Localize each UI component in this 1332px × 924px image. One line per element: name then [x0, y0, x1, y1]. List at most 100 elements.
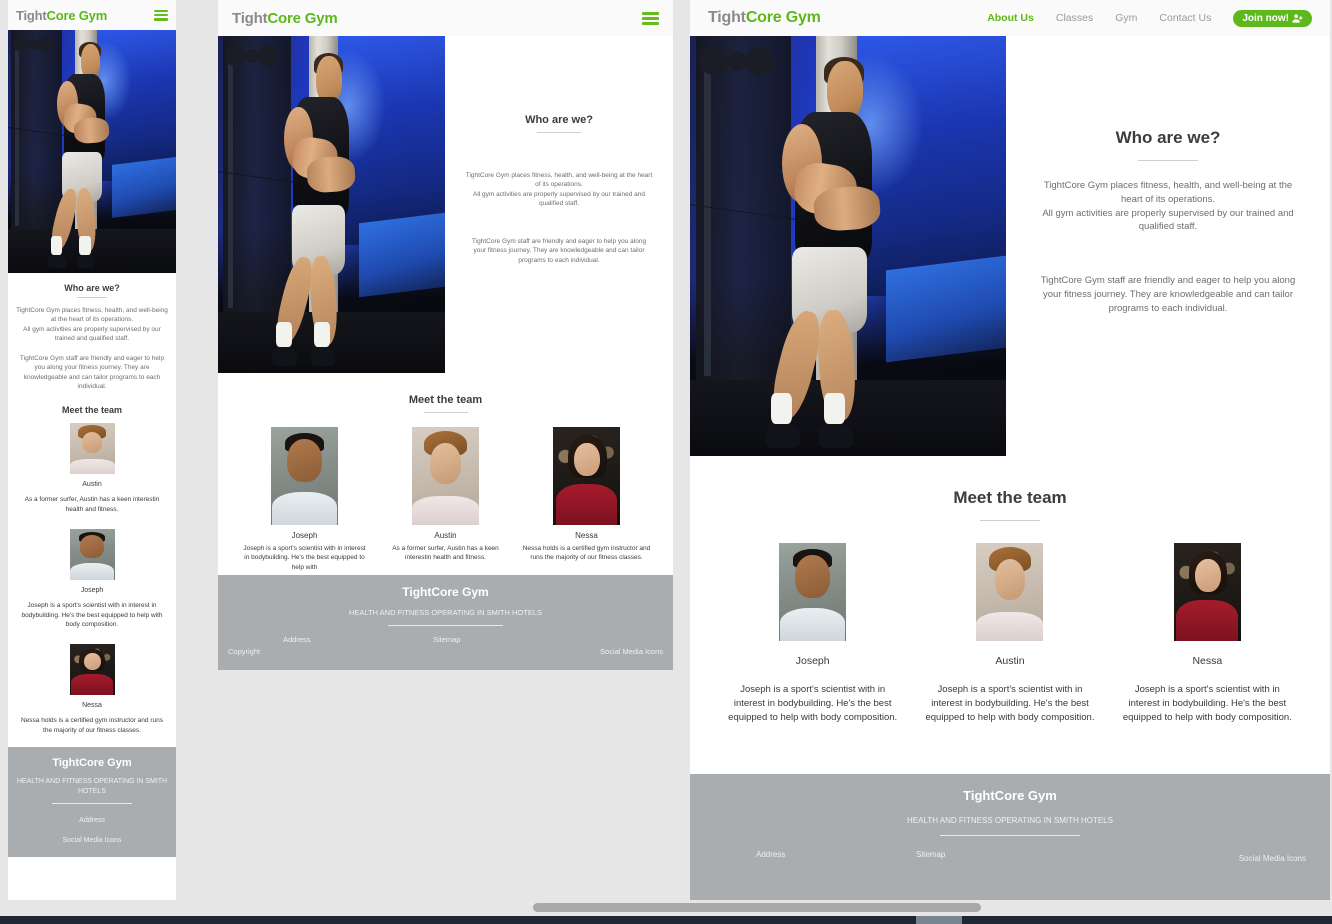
brand-text-core-gym: Core Gym	[745, 9, 821, 26]
taskbar	[0, 916, 1332, 924]
austin-portrait	[976, 543, 1044, 641]
about-paragraph-2: TightCore Gym staff are friendly and eag…	[19, 354, 165, 390]
desktop-footer: TightCore Gym HEALTH AND FITNESS OPERATI…	[690, 774, 1330, 906]
hamburger-bar	[154, 18, 168, 21]
joseph-portrait	[271, 427, 338, 525]
desktop-brand-logo[interactable]: TightCore Gym	[708, 9, 821, 27]
tablet-hero-about-split: Who are we? TightCore Gym places fitness…	[218, 36, 673, 373]
tablet-viewport-panel: TightCore Gym Who are we? TightCore Gym …	[218, 0, 673, 670]
team-member-card: Nessa Joseph is a sport's scientist with…	[1109, 543, 1306, 724]
tablet-brand-logo[interactable]: TightCore Gym	[232, 9, 338, 27]
footer-divider	[388, 624, 503, 626]
footer-address-link[interactable]: Address	[756, 850, 785, 859]
nav-link-about-us[interactable]: About Us	[987, 12, 1034, 24]
hamburger-bar	[642, 11, 659, 15]
team-member-name: Nessa	[575, 531, 598, 540]
hero-image	[8, 30, 176, 273]
horizontal-scrollbar-thumb[interactable]	[533, 903, 981, 912]
mobile-team-section: Meet the team Austin As a former surfer,…	[8, 405, 176, 735]
brand-text-tight: Tight	[16, 7, 47, 23]
desktop-about-section: Who are we? TightCore Gym places fitness…	[1006, 36, 1330, 456]
brand-text-core-gym: Core Gym	[46, 7, 108, 23]
team-member-bio: As a former surfer, Austin has a keen in…	[392, 545, 499, 562]
nav-link-gym[interactable]: Gym	[1115, 12, 1137, 24]
title-divider	[1138, 160, 1198, 161]
team-grid: Joseph Joseph is a sport's scientist wit…	[690, 543, 1330, 724]
team-member-name: Nessa	[1192, 655, 1223, 667]
footer-social-link[interactable]: Social Media Icons	[600, 647, 663, 656]
footer-copyright: Copyright	[228, 646, 261, 656]
tablet-navbar: TightCore Gym	[218, 0, 673, 36]
hamburger-bar	[154, 9, 168, 12]
footer-social-link[interactable]: Social Media Icons	[16, 837, 168, 844]
team-member-card: Austin Joseph is a sport's scientist wit…	[911, 543, 1108, 724]
team-title: Meet the team	[408, 394, 483, 406]
team-member-bio: Nessa holds is a certified gym instructo…	[522, 545, 651, 562]
nav-link-classes[interactable]: Classes	[1056, 12, 1093, 24]
team-member-card: Austin As a former surfer, Austin has a …	[375, 427, 516, 572]
mobile-viewport-panel: TightCore Gym Who are we? TightCore Gym …	[8, 0, 176, 924]
footer-links-row: Address Sitemap Social Media Icons Copyr…	[704, 850, 1316, 906]
about-paragraph-1: TightCore Gym places fitness, health, an…	[1042, 180, 1294, 233]
hamburger-bar	[154, 13, 168, 17]
title-divider	[537, 132, 581, 133]
team-member-name: Joseph	[80, 587, 104, 595]
team-grid: Joseph Joseph is a sport's scientist wit…	[218, 427, 673, 572]
desktop-hero-about-split: Who are we? TightCore Gym places fitness…	[690, 36, 1330, 456]
nessa-portrait	[69, 644, 115, 696]
footer-divider	[52, 802, 132, 804]
mobile-brand-logo[interactable]: TightCore Gym	[16, 8, 107, 23]
team-member-name: Nessa	[82, 702, 102, 710]
footer-tagline: HEALTH AND FITNESS OPERATING IN SMITH HO…	[348, 608, 543, 617]
footer-tagline: HEALTH AND FITNESS OPERATING IN SMITH HO…	[907, 816, 1113, 826]
footer-address-link[interactable]: Address	[283, 635, 311, 644]
mobile-navbar: TightCore Gym	[8, 0, 176, 30]
team-member-bio: Joseph is a sport's scientist with in in…	[925, 684, 1095, 723]
hero-image	[690, 36, 1006, 456]
footer-sitemap-link[interactable]: Sitemap	[433, 635, 461, 644]
footer-divider	[940, 834, 1080, 836]
team-title: Meet the team	[61, 405, 123, 416]
nessa-portrait	[1173, 543, 1241, 641]
footer-sitemap-link[interactable]: Sitemap	[916, 850, 945, 859]
hamburger-menu-icon[interactable]	[642, 11, 659, 25]
team-member-bio: As a former surfer, Austin has a keen in…	[24, 496, 160, 513]
team-member-name: Austin	[82, 481, 102, 489]
brand-text-core-gym: Core Gym	[267, 9, 338, 27]
hamburger-menu-icon[interactable]	[154, 9, 168, 21]
austin-portrait	[69, 423, 115, 475]
team-member-name: Joseph	[291, 531, 318, 540]
mobile-footer: TightCore Gym HEALTH AND FITNESS OPERATI…	[8, 747, 176, 858]
team-member-bio: Joseph is a sport's scientist with in in…	[21, 602, 163, 629]
joseph-portrait	[69, 529, 115, 581]
primary-navigation: About Us Classes Gym Contact Us Join now…	[987, 9, 1312, 27]
tablet-footer: TightCore Gym HEALTH AND FITNESS OPERATI…	[218, 575, 673, 670]
hero-image	[218, 36, 445, 373]
join-now-button[interactable]: Join now!	[1233, 9, 1312, 27]
team-member-bio: Joseph is a sport's scientist with in in…	[728, 684, 898, 723]
footer-address-link[interactable]: Address	[16, 817, 168, 824]
mobile-about-section: Who are we? TightCore Gym places fitness…	[8, 283, 176, 391]
team-member-bio: Joseph is a sport's scientist with in in…	[1122, 684, 1292, 723]
team-member-name: Austin	[995, 655, 1025, 667]
desktop-team-section: Meet the team Joseph Joseph is a sport's…	[690, 488, 1330, 724]
team-member-name: Joseph	[795, 655, 830, 667]
brand-text-tight: Tight	[708, 9, 746, 26]
desktop-viewport-panel: TightCore Gym About Us Classes Gym Conta…	[690, 0, 1330, 906]
taskbar-active-window[interactable]	[916, 916, 962, 924]
title-divider	[423, 412, 468, 413]
hamburger-bar	[642, 16, 659, 20]
about-title: Who are we?	[525, 114, 593, 126]
nav-link-contact-us[interactable]: Contact Us	[1159, 12, 1211, 24]
join-now-label: Join now!	[1242, 12, 1289, 24]
team-member-card: Austin As a former surfer, Austin has a …	[8, 423, 176, 514]
about-title: Who are we?	[64, 283, 120, 293]
team-member-card: Joseph Joseph is a sport's scientist wit…	[234, 427, 375, 572]
brand-text-tight: Tight	[232, 9, 268, 27]
footer-links-row: Address Sitemap Social Media Icons Copyr…	[228, 635, 663, 665]
footer-social-link[interactable]: Social Media Icons	[1239, 854, 1306, 863]
title-divider	[980, 520, 1040, 521]
desktop-navbar: TightCore Gym About Us Classes Gym Conta…	[690, 0, 1330, 36]
footer-brand: TightCore Gym	[52, 757, 132, 770]
austin-portrait	[412, 427, 479, 525]
